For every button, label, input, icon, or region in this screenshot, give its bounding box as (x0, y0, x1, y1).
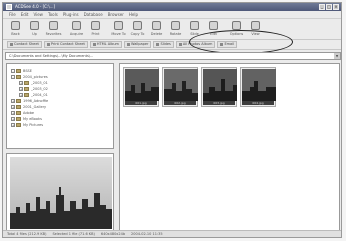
status-bar: Total 4 files (212.9 KB) Selected 1 file… (3, 230, 341, 237)
expand-icon[interactable]: + (19, 87, 23, 91)
move-icon (114, 21, 123, 30)
back-icon (11, 21, 20, 30)
close-button[interactable]: × (333, 4, 339, 10)
expand-icon[interactable]: + (11, 123, 15, 127)
up-button[interactable]: Up (25, 19, 44, 40)
menu-help[interactable]: Help (129, 11, 138, 18)
menu-bar: File Edit View Tools Plug-ins Database B… (3, 11, 341, 19)
callout-ellipse (189, 30, 293, 54)
chevron-down-icon[interactable]: ▼ (334, 53, 340, 59)
menu-database[interactable]: Database (84, 11, 103, 18)
app-window: ACDSee 4.0 - [C:\...] _ □ × File Edit Vi… (2, 2, 342, 238)
status-dimensions: 640x480x24b (100, 232, 126, 236)
window-title: ACDSee 4.0 - [C:\...] (15, 4, 56, 9)
thumbnail-image (242, 69, 276, 101)
album-icon (178, 42, 182, 46)
slideshow-icon (190, 21, 199, 30)
minimize-button[interactable]: _ (319, 4, 325, 10)
print-contact-sheet-button[interactable]: Print Contact Sheet (43, 41, 88, 48)
status-modified: 2004-02-10 11:35 (131, 232, 163, 236)
folder-icon (16, 69, 21, 73)
wallpaper-button[interactable]: Wallpaper (123, 41, 152, 48)
folder-icon (16, 105, 21, 109)
thumbnail-image (164, 69, 198, 101)
folder-icon (16, 117, 21, 121)
up-folder-icon (30, 21, 39, 30)
expand-icon[interactable]: + (11, 111, 15, 115)
thumbnail-grid[interactable]: 001.jpg 002.jpg 003.jpg 004.jpg (119, 63, 340, 231)
menu-edit[interactable]: Edit (21, 11, 29, 18)
folder-icon (16, 123, 21, 127)
thumbnail-caption: 003.jpg (203, 101, 235, 105)
html-icon (92, 42, 96, 46)
folder-icon (24, 87, 29, 91)
thumbnail-image (125, 69, 159, 101)
thumbnail[interactable]: 004.jpg (240, 67, 276, 107)
rotate-button[interactable]: Rotate (166, 19, 185, 40)
folder-icon (24, 81, 29, 85)
title-bar[interactable]: ACDSee 4.0 - [C:\...] _ □ × (3, 3, 341, 11)
app-icon (6, 4, 12, 10)
thumbnail[interactable]: 003.jpg (201, 67, 237, 107)
menu-view[interactable]: View (33, 11, 43, 18)
maximize-button[interactable]: □ (326, 4, 332, 10)
tree-node[interactable]: + My Pictures (7, 122, 113, 128)
folder-icon (16, 99, 21, 103)
options-icon (232, 21, 241, 30)
thumbnail[interactable]: 001.jpg (123, 67, 159, 107)
folder-icon (16, 111, 21, 115)
status-total: Total 4 files (212.9 KB) (7, 232, 47, 236)
copy-to-button[interactable]: Copy To (128, 19, 147, 40)
thumbnail-caption: 001.jpg (125, 101, 157, 105)
print-icon (91, 21, 100, 30)
folder-icon (16, 75, 21, 79)
favorites-button[interactable]: Favorites (44, 19, 63, 40)
delete-button[interactable]: Delete (147, 19, 166, 40)
acquire-button[interactable]: Acquire (67, 19, 86, 40)
rotate-icon (171, 21, 180, 30)
thumbnail-image (203, 69, 237, 101)
html-album-button[interactable]: HTML Album (89, 41, 122, 48)
expand-icon[interactable]: + (11, 99, 15, 103)
preview-image (10, 157, 112, 229)
preview-pane (6, 153, 114, 231)
delete-icon (152, 21, 161, 30)
menu-tools[interactable]: Tools (48, 11, 58, 18)
expand-icon[interactable]: + (19, 93, 23, 97)
expand-icon[interactable]: + (11, 117, 15, 121)
expand-icon[interactable]: + (19, 81, 23, 85)
edit-icon (209, 21, 218, 30)
thumbnail-caption: 004.jpg (242, 101, 274, 105)
main-toolbar: Back Up Favorites Acquire Print Move To … (3, 19, 341, 40)
acquire-icon (72, 21, 81, 30)
contact-sheet-icon (10, 42, 13, 46)
view-icon (251, 21, 260, 30)
folder-tree[interactable]: - BSSE -2004_pictures + _2003_01 + _2003_02… (6, 63, 114, 149)
menu-browser[interactable]: Browser (108, 11, 124, 18)
address-bar[interactable]: C:\Documents and Settings\...\My Documen… (5, 52, 341, 60)
wallpaper-icon (126, 42, 130, 46)
slides-button[interactable]: Slides (153, 41, 174, 48)
contact-sheet-button[interactable]: Contact Sheet (7, 41, 42, 48)
print-button[interactable]: Print (86, 19, 105, 40)
window-controls: _ □ × (319, 4, 339, 10)
expand-icon[interactable]: - (11, 75, 15, 79)
copy-icon (133, 21, 142, 30)
expand-icon[interactable]: + (11, 105, 15, 109)
menu-plugins[interactable]: Plug-ins (63, 11, 79, 18)
thumbnail-caption: 002.jpg (164, 101, 196, 105)
back-button[interactable]: Back (6, 19, 25, 40)
favorites-icon (49, 21, 58, 30)
folder-icon (24, 93, 29, 97)
address-text: C:\Documents and Settings\...\My Documen… (9, 54, 94, 58)
print-icon (46, 42, 50, 46)
thumbnail[interactable]: 002.jpg (162, 67, 198, 107)
status-selected: Selected 1 file (71.6 KB) (52, 232, 95, 236)
move-to-button[interactable]: Move To (109, 19, 128, 40)
expand-icon[interactable]: - (11, 69, 15, 73)
menu-file[interactable]: File (9, 11, 16, 18)
